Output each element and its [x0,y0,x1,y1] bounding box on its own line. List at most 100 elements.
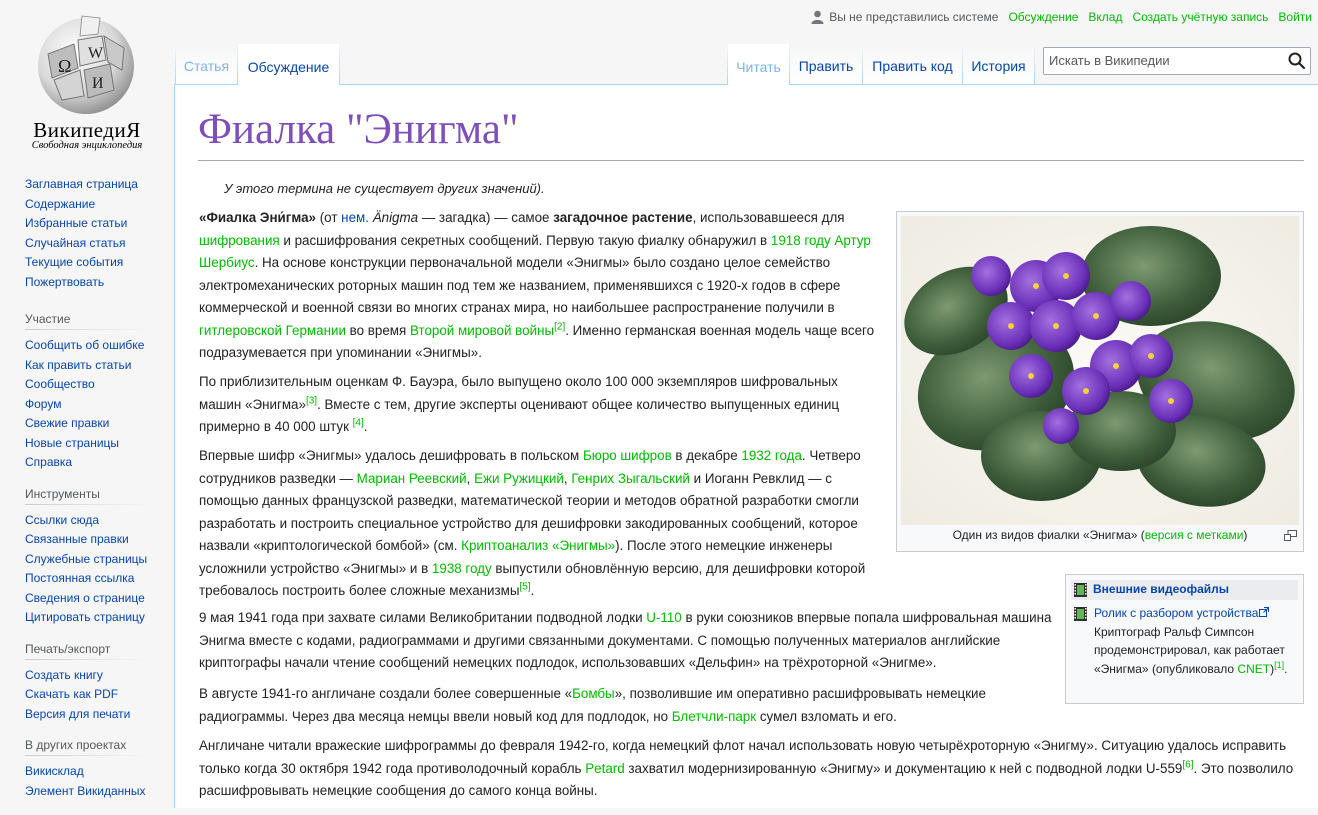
search-icon[interactable] [1287,51,1307,71]
sidebar-item-commons[interactable]: Викисклад [25,762,174,782]
tab-edit-source[interactable]: Править код [863,44,962,84]
page-title: Фиалка "Энигма" [198,106,519,153]
video-link[interactable]: Ролик с разбором устройства [1094,606,1258,620]
ref-2[interactable]: [2] [554,321,565,332]
paragraph-intro: «Фиалка Эни́гма» (от нем. Änigma — загад… [199,210,875,360]
logo-tagline: Свободная энциклопедия [31,140,143,151]
paragraph-polish: Впервые шифр «Энигмы» удалось дешифроват… [199,448,866,598]
ref-6[interactable]: [6] [1182,759,1193,770]
sidebar-participation: Участие Сообщить об ошибке Как править с… [25,312,174,473]
tab-article-label[interactable]: Статья [184,58,229,74]
search-box [1043,47,1311,75]
sidebar-item-download-pdf[interactable]: Скачать как PDF [25,685,174,705]
ref-1[interactable]: [1] [1274,660,1284,670]
link-1918[interactable]: 1918 году [771,233,831,248]
sidebar-item-featured[interactable]: Избранные статьи [25,214,174,234]
sidebar-item-how-to-edit[interactable]: Как править статьи [25,356,174,376]
login-link[interactable]: Войти [1278,10,1312,24]
create-account-link[interactable]: Создать учётную запись [1132,10,1268,24]
ref-3[interactable]: [3] [306,395,317,406]
personal-tools: Вы не представились системе Обсуждение В… [811,9,1312,25]
ref-5[interactable]: [5] [520,582,531,593]
sidebar-heading-participation: Участие [25,312,149,330]
link-1938[interactable]: 1938 году [432,561,492,576]
tab-edit[interactable]: Править [790,44,862,84]
wikipedia-globe-icon: Ω W И [38,15,134,114]
svg-text:Ω: Ω [58,56,71,76]
thumbnail-labelled-version-link[interactable]: версия с метками [1145,528,1244,542]
tab-history-label[interactable]: История [971,58,1025,74]
link-petard[interactable]: Petard [585,761,624,776]
sidebar-heading-print: Печать/экспорт [25,641,149,660]
svg-text:И: И [92,75,104,92]
film-icon [1074,583,1087,597]
link-rozycki[interactable]: Ежи Ружицкий [474,471,564,486]
sidebar-item-page-info[interactable]: Сведения о странице [25,589,174,609]
link-ww2[interactable]: Второй мировой войны [410,323,554,338]
african-violet-photo[interactable] [901,216,1299,525]
tab-discussion[interactable]: Обсуждение [238,44,339,85]
sidebar-print: Печать/экспорт Создать книгу Скачать как… [25,641,174,725]
link-encryption[interactable]: шифрования [199,233,280,248]
thumbnail-figure: Один из видов фиалки «Энигма» (версия с … [896,211,1304,552]
sidebar-item-help[interactable]: Справка [25,453,174,473]
sidebar-heading-tools: Инструменты [25,486,149,505]
link-nem[interactable]: нем. [341,210,369,225]
sidebar-item-permanent-link[interactable]: Постоянная ссылка [25,569,174,589]
external-video-box: Внешние видеофайлы Ролик с разбором устр… [1065,574,1304,704]
sidebar-item-report-error[interactable]: Сообщить об ошибке [25,336,174,356]
tab-read-label[interactable]: Читать [736,59,781,75]
tab-edit-label[interactable]: Править [799,58,854,74]
talk-link[interactable]: Обсуждение [1008,10,1078,24]
sidebar-item-related-changes[interactable]: Связанные правки [25,530,174,550]
sidebar-tools: Инструменты Ссылки сюда Связанные правки… [25,486,174,628]
sidebar-item-create-book[interactable]: Создать книгу [25,666,174,686]
sidebar: Заглавная страница Содержание Избранные … [0,175,174,815]
link-bletchley[interactable]: Блетчли-парк [672,709,756,724]
link-1932[interactable]: 1932 года [741,448,802,463]
sidebar-item-recent-changes[interactable]: Свежие правки [25,414,174,434]
sidebar-item-contents[interactable]: Содержание [25,195,174,215]
wikipedia-logo[interactable]: Ω W И ВикипедиЯ Свободная энциклопедия [0,0,174,160]
tab-article[interactable]: Статья [176,44,237,84]
sidebar-item-new-pages[interactable]: Новые страницы [25,434,174,454]
link-cipher-bureau[interactable]: Бюро шифров [583,448,672,463]
paragraph-bombes: В августе 1941-го англичане создали боле… [199,686,986,724]
sidebar-other-projects: В других проектах Викисклад Элемент Вики… [25,738,174,801]
sidebar-item-printable[interactable]: Версия для печати [25,705,174,725]
link-zygalski[interactable]: Генрих Зыгальский [571,471,690,486]
tab-read[interactable]: Читать [728,44,789,85]
sidebar-item-wikidata[interactable]: Элемент Викиданных [25,782,174,802]
link-rejewski[interactable]: Мариан Реевский [357,471,467,486]
magnify-clip-icon[interactable] [1284,530,1297,541]
ref-4[interactable]: [4] [353,418,364,429]
title-divider [198,160,1304,161]
link-nazi-germany[interactable]: гитлеровской Германии [199,323,346,338]
video-box-body: Ролик с разбором устройства Криптограф Р… [1094,606,1288,676]
hatnote: У этого термина не существует других зна… [224,181,545,196]
sidebar-item-what-links-here[interactable]: Ссылки сюда [25,511,174,531]
sidebar-item-special-pages[interactable]: Служебные страницы [25,550,174,570]
link-cryptanalysis[interactable]: Криптоанализ «Энигмы» [461,538,615,553]
tab-history[interactable]: История [963,44,1034,84]
video-box-header: Внешние видеофайлы [1071,580,1298,600]
sidebar-item-cite[interactable]: Цитировать страницу [25,608,174,628]
search-input[interactable] [1049,53,1279,68]
sidebar-item-random[interactable]: Случайная статья [25,234,174,254]
sidebar-item-current-events[interactable]: Текущие события [25,253,174,273]
sidebar-item-community[interactable]: Сообщество [25,375,174,395]
link-bombe[interactable]: Бомбы [572,686,615,701]
not-logged-in: Вы не представились системе [811,10,998,24]
sidebar-heading-other-projects: В других проектах [25,738,149,756]
sidebar-main-nav: Заглавная страница Содержание Избранные … [25,175,174,292]
sidebar-item-donate[interactable]: Пожертвовать [25,273,174,293]
link-u110[interactable]: U-110 [646,610,681,625]
sidebar-item-forum[interactable]: Форум [25,395,174,415]
link-cnet[interactable]: CNET [1237,662,1270,676]
thumbnail-caption: Один из видов фиалки «Энигма» (версия с … [952,528,1248,542]
contributions-link[interactable]: Вклад [1088,10,1122,24]
tab-edit-source-label[interactable]: Править код [872,58,952,74]
tab-discussion-label[interactable]: Обсуждение [248,59,330,75]
sidebar-item-main-page[interactable]: Заглавная страница [25,175,174,195]
video-box-heading: Внешние видеофайлы [1093,582,1230,596]
